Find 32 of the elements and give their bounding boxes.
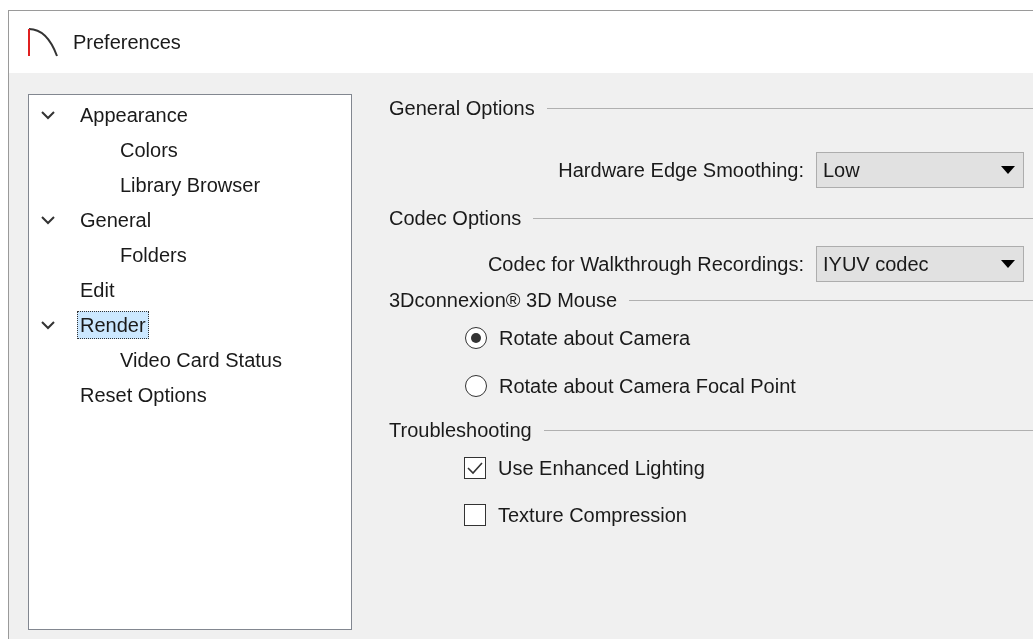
field-label: Codec for Walkthrough Recordings: bbox=[486, 252, 805, 277]
checkbox-label[interactable]: Texture Compression bbox=[498, 499, 687, 530]
tree-item[interactable]: Render bbox=[77, 310, 149, 339]
tree-item[interactable]: General bbox=[77, 205, 155, 234]
radio-label[interactable]: Rotate about Camera Focal Point bbox=[499, 371, 796, 401]
dropdown[interactable]: Low bbox=[816, 152, 1024, 188]
radio-label[interactable]: Rotate about Camera bbox=[499, 323, 691, 353]
field-label: Hardware Edge Smoothing: bbox=[557, 158, 805, 183]
caret-icon bbox=[1001, 166, 1015, 174]
tree-item[interactable]: Reset Options bbox=[77, 380, 210, 409]
section-title: 3Dconnexion® 3D Mouse bbox=[389, 288, 619, 313]
checkbox[interactable] bbox=[464, 456, 486, 479]
tree-item[interactable]: Folders bbox=[117, 240, 190, 269]
dropdown[interactable]: IYUV codec bbox=[816, 246, 1024, 282]
chevron-down-icon[interactable] bbox=[41, 109, 55, 120]
checkbox[interactable] bbox=[464, 503, 486, 526]
chevron-down-icon[interactable] bbox=[41, 214, 55, 225]
section-title: Troubleshooting bbox=[389, 418, 533, 443]
tree-item[interactable]: Video Card Status bbox=[117, 345, 285, 374]
radio-button[interactable] bbox=[465, 375, 487, 397]
radio-button[interactable] bbox=[465, 327, 487, 349]
tree-item[interactable]: Colors bbox=[117, 135, 181, 164]
tree-item[interactable]: Edit bbox=[77, 275, 118, 304]
window-title: Preferences bbox=[73, 30, 181, 55]
tree-item[interactable]: Appearance bbox=[77, 100, 191, 129]
caret-icon bbox=[1001, 260, 1015, 268]
checkbox-label[interactable]: Use Enhanced Lighting bbox=[498, 452, 705, 483]
section-title: General Options bbox=[389, 96, 536, 121]
tree-item[interactable]: Library Browser bbox=[117, 170, 264, 199]
app-logo-icon bbox=[27, 26, 59, 58]
chevron-down-icon[interactable] bbox=[41, 319, 55, 330]
section-title: Codec Options bbox=[389, 206, 523, 231]
